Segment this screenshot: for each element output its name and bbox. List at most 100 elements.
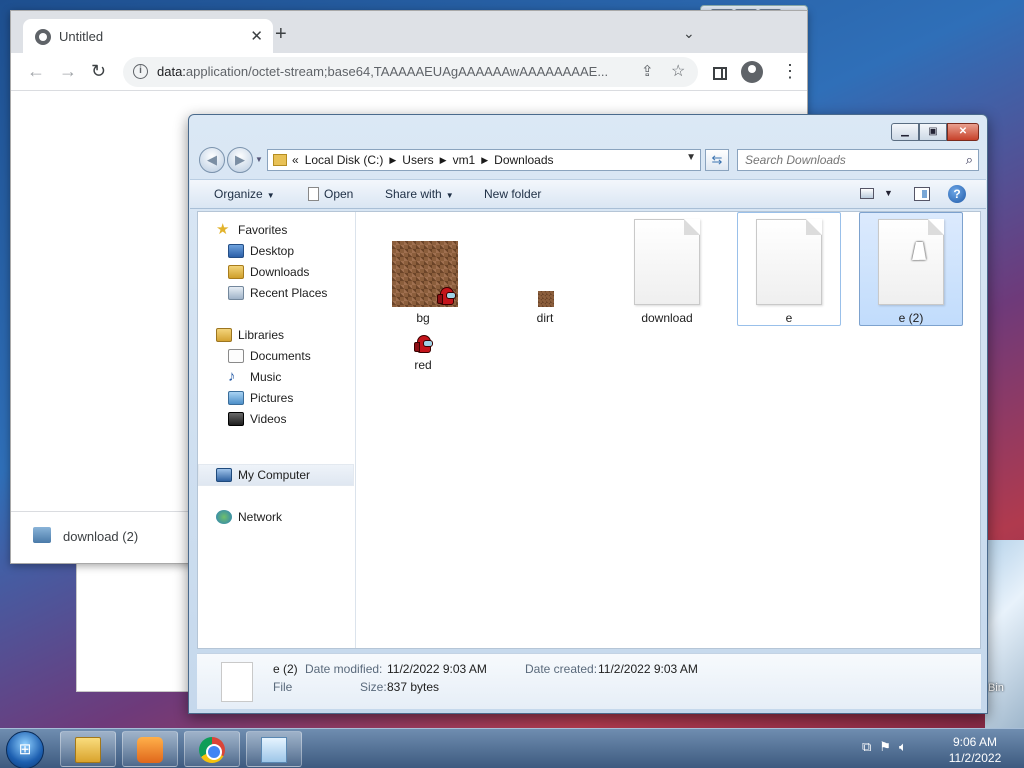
details-date-created-label: Date created: xyxy=(525,662,598,676)
desktop-icon xyxy=(228,244,244,258)
globe-icon xyxy=(35,29,51,45)
recent-places-icon xyxy=(228,286,244,300)
address-dropdown-icon[interactable]: ▼ xyxy=(686,152,696,163)
address-url[interactable]: data:application/octet-stream;base64,TAA… xyxy=(157,64,608,79)
info-icon[interactable]: i xyxy=(133,64,148,79)
nav-item-desktop[interactable]: Desktop xyxy=(228,241,294,261)
start-button[interactable]: ⊞ xyxy=(6,731,44,768)
clock[interactable]: 9:06 AM 11/2/2022 xyxy=(940,734,1010,766)
nav-item-favorites[interactable]: ★ Favorites xyxy=(216,220,287,240)
search-input[interactable] xyxy=(738,150,948,170)
breadcrumb-item[interactable]: Users xyxy=(402,153,433,168)
search-icon[interactable]: ⌕ xyxy=(966,152,973,168)
organize-button[interactable]: Organize ▼ xyxy=(214,187,275,201)
close-button[interactable]: ✕ xyxy=(947,123,979,141)
taskbar-media-player-button[interactable] xyxy=(122,731,178,767)
breadcrumb-item[interactable]: Downloads xyxy=(494,153,553,168)
nav-item-recent-places[interactable]: Recent Places xyxy=(228,283,327,303)
crewmate-icon xyxy=(414,335,433,353)
details-date-created: 11/2/2022 9:03 AM xyxy=(598,662,698,676)
computer-icon xyxy=(216,468,232,482)
side-panel-icon[interactable] xyxy=(713,67,727,80)
pictures-icon xyxy=(228,391,244,405)
back-button[interactable]: ◀ xyxy=(199,147,225,173)
breadcrumb-overflow[interactable]: « xyxy=(292,153,299,168)
details-size-label: Size: xyxy=(360,680,387,694)
volume-icon[interactable]: 🔈︎ xyxy=(899,739,907,755)
chrome-tab[interactable]: Untitled ✕ xyxy=(23,19,273,53)
taskbar-notepad-button[interactable] xyxy=(246,731,302,767)
network-tray-icon[interactable]: ⧉ xyxy=(862,739,871,755)
share-with-button[interactable]: Share with ▼ xyxy=(385,187,454,201)
forward-button[interactable]: ▶ xyxy=(227,147,253,173)
details-file-type: File xyxy=(273,680,293,694)
change-view-icon[interactable] xyxy=(860,188,874,199)
new-folder-button[interactable]: New folder xyxy=(484,187,541,201)
image-thumbnail-icon xyxy=(538,291,554,307)
file-name: e (2) xyxy=(898,311,924,325)
breadcrumb-item[interactable]: vm1 xyxy=(453,153,476,168)
file-item-download[interactable]: download xyxy=(615,212,719,326)
download-shelf: download (2) xyxy=(11,511,191,563)
folder-icon xyxy=(273,154,287,166)
maximize-button[interactable]: ▣ xyxy=(919,123,947,141)
breadcrumb-item[interactable]: Local Disk (C:) xyxy=(305,153,384,168)
file-item-red[interactable]: red xyxy=(371,330,475,372)
reload-icon[interactable]: ↻ xyxy=(91,62,106,80)
file-item-bg[interactable]: bg xyxy=(371,212,475,326)
preview-pane-icon[interactable] xyxy=(914,187,930,201)
file-item-e-2[interactable]: e (2) xyxy=(859,212,963,326)
tab-close-icon[interactable]: ✕ xyxy=(250,27,263,45)
bookmark-star-icon[interactable]: ☆ xyxy=(671,61,685,81)
file-item-dirt[interactable]: dirt xyxy=(493,212,597,326)
star-icon: ★ xyxy=(216,221,230,238)
nav-item-downloads[interactable]: Downloads xyxy=(228,262,309,282)
chrome-icon xyxy=(199,737,225,763)
nav-item-network[interactable]: Network xyxy=(216,507,282,527)
menu-kebab-icon[interactable]: ⋮ xyxy=(781,62,799,80)
file-name: red xyxy=(414,358,432,372)
refresh-button[interactable]: ⇆ xyxy=(705,149,729,171)
chevron-right-icon[interactable]: ▶ xyxy=(389,153,396,168)
details-date-modified-label: Date modified: xyxy=(305,662,383,676)
address-bar[interactable]: « Local Disk (C:) ▶ Users ▶ vm1 ▶ Downlo… xyxy=(267,149,701,171)
action-center-flag-icon[interactable]: ⚑ xyxy=(879,739,891,755)
help-icon[interactable]: ? xyxy=(948,185,966,203)
taskbar-explorer-button[interactable] xyxy=(60,731,116,767)
folder-icon xyxy=(75,737,101,763)
open-button[interactable]: Open xyxy=(308,187,353,201)
command-bar: Organize ▼ Open Share with ▼ New folder ▼ … xyxy=(190,179,986,209)
nav-item-my-computer[interactable]: My Computer xyxy=(216,465,310,485)
chevron-right-icon[interactable]: ▶ xyxy=(440,153,447,168)
nav-item-videos[interactable]: Videos xyxy=(228,409,286,429)
address-bar[interactable]: i data:application/octet-stream;base64,T… xyxy=(123,57,698,87)
minimize-button[interactable]: ▁ xyxy=(891,123,919,141)
file-name: e xyxy=(785,311,793,325)
file-name: dirt xyxy=(536,311,554,325)
forward-arrow-icon[interactable]: → xyxy=(59,62,77,80)
recycle-bin-label[interactable]: Bin xyxy=(988,682,1004,694)
details-pane: e (2) Date modified: 11/2/2022 9:03 AM D… xyxy=(197,653,981,709)
file-item-e[interactable]: e xyxy=(737,212,841,326)
background-document-window xyxy=(76,560,196,692)
downloads-folder-icon xyxy=(228,265,244,279)
desktop-wallpaper-bridge xyxy=(985,540,1024,728)
nav-item-documents[interactable]: Documents xyxy=(228,346,311,366)
view-options-chevron-icon[interactable]: ▼ xyxy=(884,188,893,198)
new-tab-icon[interactable]: + xyxy=(275,24,287,44)
share-icon[interactable]: ⇪ xyxy=(641,62,654,80)
nav-item-pictures[interactable]: Pictures xyxy=(228,388,293,408)
media-player-icon xyxy=(137,737,163,763)
chevron-down-icon[interactable]: ⌄ xyxy=(683,25,695,42)
recent-pages-chevron-icon[interactable]: ▼ xyxy=(255,155,263,164)
download-item[interactable]: download (2) xyxy=(63,529,138,544)
nav-item-music[interactable]: ♪ Music xyxy=(228,367,281,387)
file-icon xyxy=(308,187,319,201)
chevron-right-icon[interactable]: ▶ xyxy=(481,153,488,168)
caption-buttons: ▁ ▣ ✕ xyxy=(891,123,979,141)
videos-icon xyxy=(228,412,244,426)
profile-avatar-icon[interactable] xyxy=(741,61,763,83)
nav-item-libraries[interactable]: Libraries xyxy=(216,325,284,345)
taskbar-chrome-button[interactable] xyxy=(184,731,240,767)
back-arrow-icon[interactable]: ← xyxy=(27,62,45,80)
